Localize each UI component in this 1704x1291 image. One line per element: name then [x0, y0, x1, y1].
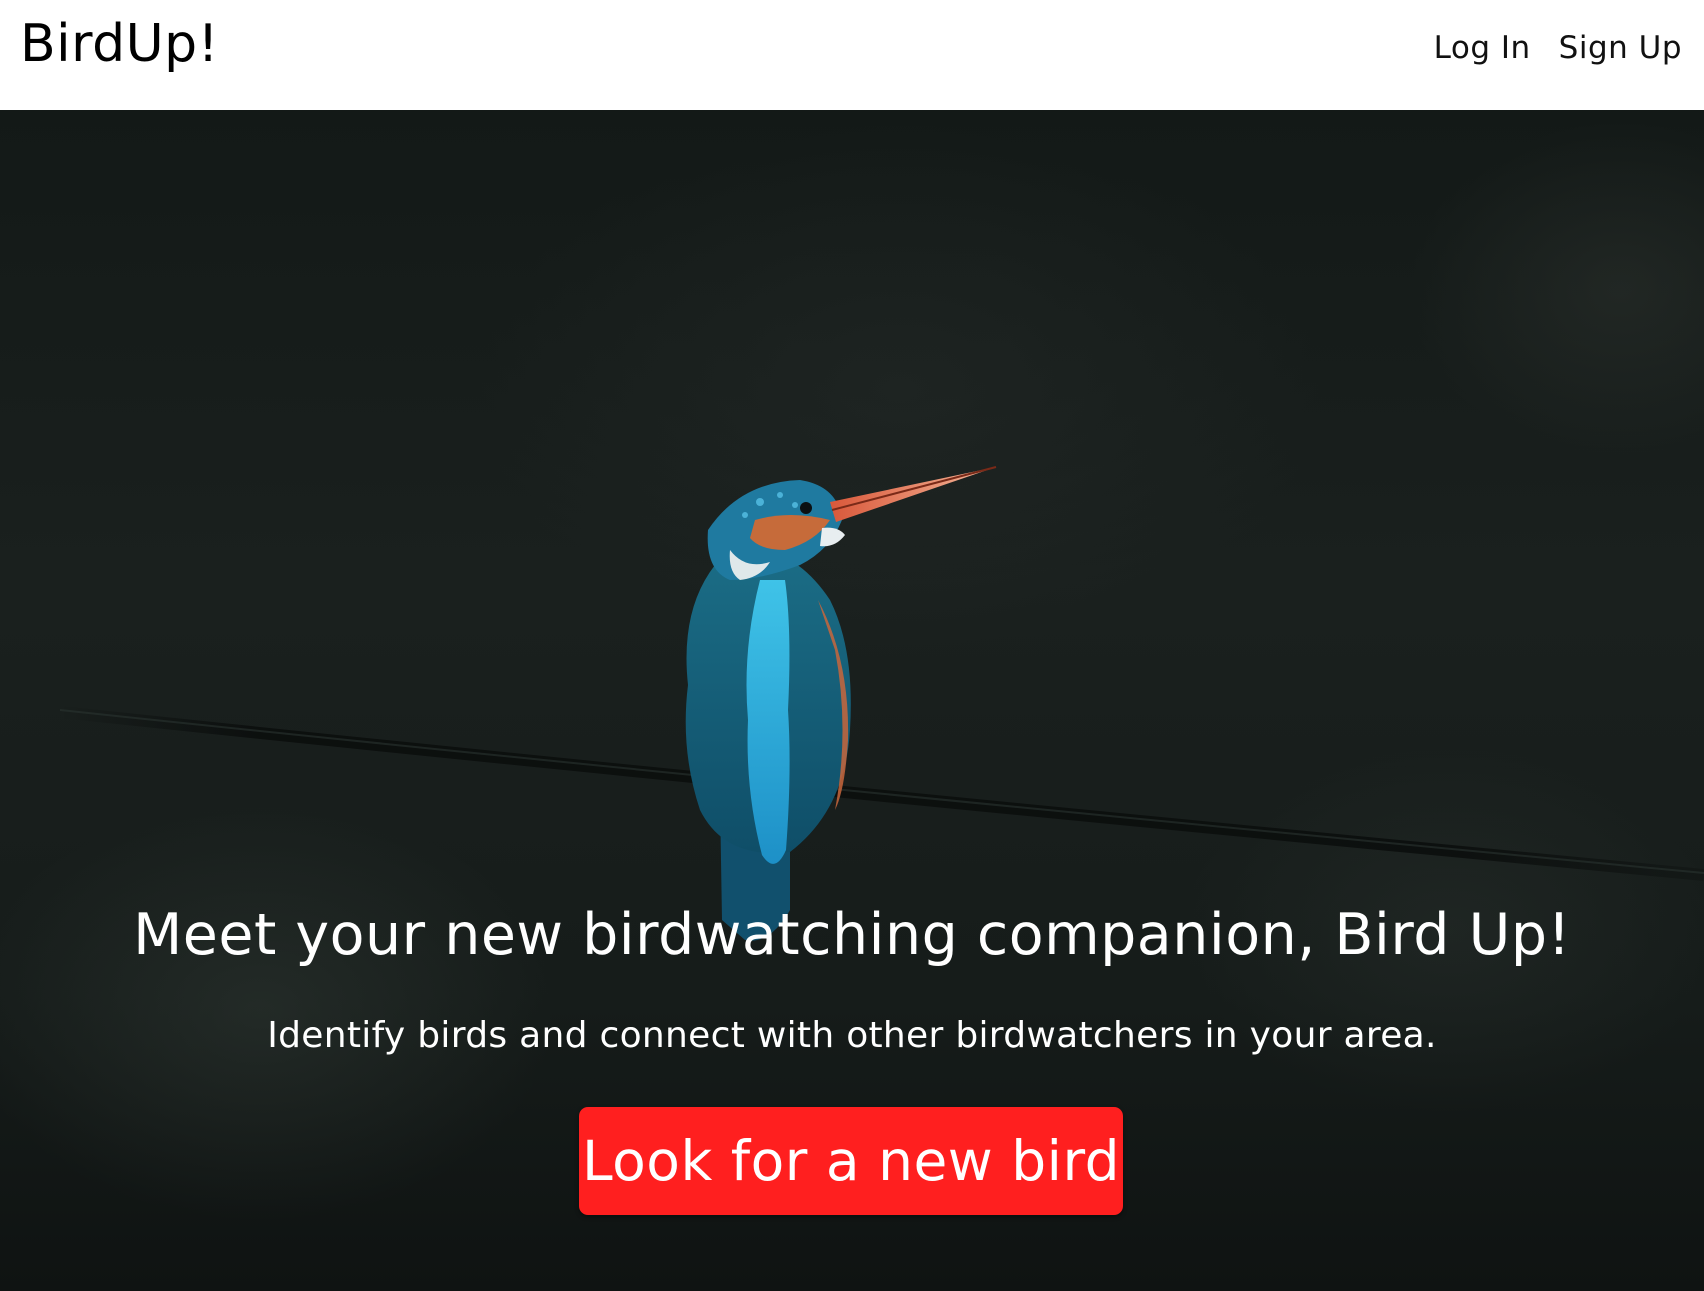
- hero-title: Meet your new birdwatching companion, Bi…: [133, 902, 1571, 968]
- brand-logo-link[interactable]: BirdUp!: [20, 14, 219, 74]
- bird-beak: [830, 467, 996, 522]
- top-navbar: BirdUp! Log In Sign Up: [0, 0, 1704, 110]
- kingfisher-bird: [685, 466, 997, 941]
- login-link[interactable]: Log In: [1434, 30, 1531, 66]
- hero-subtitle: Identify birds and connect with other bi…: [267, 1015, 1437, 1056]
- nav-links: Log In Sign Up: [1434, 30, 1682, 66]
- signup-link[interactable]: Sign Up: [1559, 30, 1682, 66]
- hero-section: Meet your new birdwatching companion, Bi…: [0, 110, 1704, 1291]
- look-for-new-bird-button[interactable]: Look for a new bird: [579, 1107, 1123, 1215]
